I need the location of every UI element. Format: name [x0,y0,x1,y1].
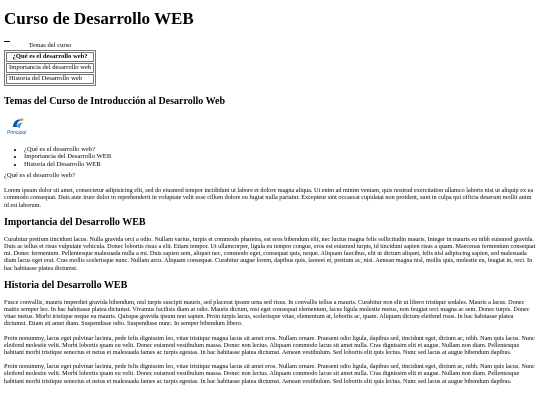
nav-link-historia[interactable]: Historia del Desarrollo WEB [24,161,536,168]
topics-table: Temas del curso ¿Qué es el desarrollo we… [4,42,97,86]
nav-link-que-es[interactable]: ¿Qué es el desarrollo web? [24,146,536,153]
importancia-paragraph: Curabitur pretium tincidunt lacus. Nulla… [4,235,536,272]
topics-nav-list: ¿Qué es el desarrollo web? Importancia d… [4,146,536,168]
principal-logo[interactable]: Principal [4,115,38,141]
historia-paragraph: Proin nonummy, lacus eget pulvinar lacin… [4,334,535,357]
intro-paragraph: Lorem ipsum dolor sit amet, consectetur … [4,187,534,209]
intro-heading: Temas del Curso de Introducción al Desar… [4,96,226,107]
historia-paragraph: Proin nonummy, lacus eget pulvinar lacin… [4,363,535,385]
topics-table-row: Historia del Desarrollo web [6,74,95,84]
logo-caption: Principal [7,130,27,136]
nav-link-importancia[interactable]: Importancia del Desarrollo WEB [24,153,536,160]
topics-table-row: Importancia del desarrollo web [6,63,95,73]
historia-paragraph: Fusce convallis, mauris imperdiet gravid… [4,298,530,328]
historia-heading: Historia del Desarrollo WEB [4,279,128,291]
importancia-heading: Importancia del Desarrollo WEB [4,216,146,228]
topics-table-header: ¿Qué es el desarrollo web? [6,52,95,62]
section-label: ¿Qué es el desarrollo web? [4,172,76,180]
topics-table-caption: Temas del curso [28,42,72,49]
page: Curso de Desarrollo WEB Temas del curso … [0,9,540,385]
page-title: Curso de Desarrollo WEB [4,9,194,28]
principal-logo-icon [13,118,24,128]
